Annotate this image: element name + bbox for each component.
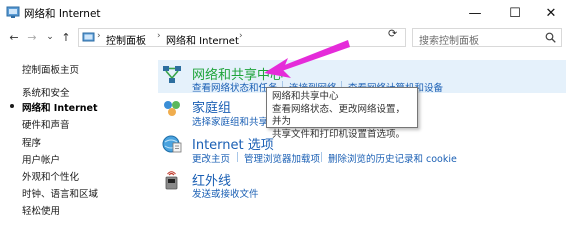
navigation-bar: ← → ⌄ ↑ › 控制面板 › 网络和 Internet › ▼ ⟳ 搜索控制…	[0, 26, 566, 48]
infrared-icon[interactable]	[161, 170, 183, 192]
back-button[interactable]: ←	[6, 29, 22, 45]
address-bar[interactable]: › 控制面板 › 网络和 Internet › ▼	[78, 28, 459, 47]
sidebar-item-system-security[interactable]: 系统和安全	[22, 85, 70, 99]
sidebar-item-home[interactable]: 控制面板主页	[22, 62, 79, 76]
tooltip-line: 共享文件和打印机设置首选项。	[272, 128, 406, 140]
homegroup-icon[interactable]	[161, 97, 183, 119]
control-panel-icon	[82, 32, 95, 42]
sidebar-item-ease-of-access[interactable]: 轻松使用	[22, 203, 60, 217]
sidebar-item-clock-region[interactable]: 时钟、语言和区域	[22, 186, 98, 200]
sidebar-item-network-internet[interactable]: 网络和 Internet	[22, 100, 98, 114]
send-receive-files-link[interactable]: 发送或接收文件	[192, 186, 259, 200]
control-panel-icon	[6, 6, 20, 18]
manage-addons-link[interactable]: 管理浏览器加载项	[244, 151, 320, 165]
refresh-icon[interactable]: ⟳	[388, 27, 397, 40]
tooltip-title: 网络和共享中心	[272, 91, 339, 102]
recent-locations-button[interactable]: ⌄	[42, 29, 58, 45]
up-button[interactable]: ↑	[58, 29, 74, 45]
network-sharing-icon[interactable]	[161, 64, 183, 86]
sidebar-item-appearance[interactable]: 外观和个性化	[22, 169, 79, 183]
search-placeholder: 搜索控制面板	[419, 36, 479, 47]
active-bullet-icon	[10, 104, 14, 108]
link-divider	[237, 152, 238, 162]
breadcrumb-control-panel[interactable]: 控制面板	[106, 32, 146, 47]
tooltip: 网络和共享中心 查看网络状态、更改网络设置，并为 共享文件和打印机设置首选项。	[266, 87, 418, 140]
close-button[interactable]: ✕	[536, 0, 566, 26]
title-bar: 网络和 Internet — ☐ ✕	[0, 0, 566, 26]
sidebar: 控制面板主页 系统和安全 网络和 Internet 硬件和声音 程序 用户帐户 …	[0, 48, 145, 240]
tooltip-line: 查看网络状态、更改网络设置，并为	[272, 103, 406, 128]
maximize-button[interactable]: ☐	[500, 0, 530, 26]
breadcrumb-separator: ›	[239, 31, 243, 41]
view-network-status-link[interactable]: 查看网络状态和任务	[192, 80, 278, 94]
internet-options-icon[interactable]	[161, 133, 183, 155]
forward-button[interactable]: →	[24, 29, 40, 45]
search-icon	[545, 32, 556, 43]
window-title: 网络和 Internet	[24, 8, 101, 20]
minimize-button[interactable]: —	[460, 0, 490, 26]
sidebar-item-user-accounts[interactable]: 用户帐户	[22, 152, 60, 166]
delete-history-link[interactable]: 删除浏览的历史记录和 cookie	[328, 151, 457, 165]
sidebar-item-hardware-sound[interactable]: 硬件和声音	[22, 117, 70, 131]
search-input[interactable]: 搜索控制面板	[412, 28, 562, 47]
sidebar-item-programs[interactable]: 程序	[22, 135, 41, 149]
change-homepage-link[interactable]: 更改主页	[192, 151, 230, 165]
link-divider	[321, 152, 322, 162]
breadcrumb-separator: ›	[97, 31, 101, 41]
breadcrumb-separator: ›	[157, 31, 161, 41]
breadcrumb-network-internet[interactable]: 网络和 Internet	[166, 32, 239, 47]
